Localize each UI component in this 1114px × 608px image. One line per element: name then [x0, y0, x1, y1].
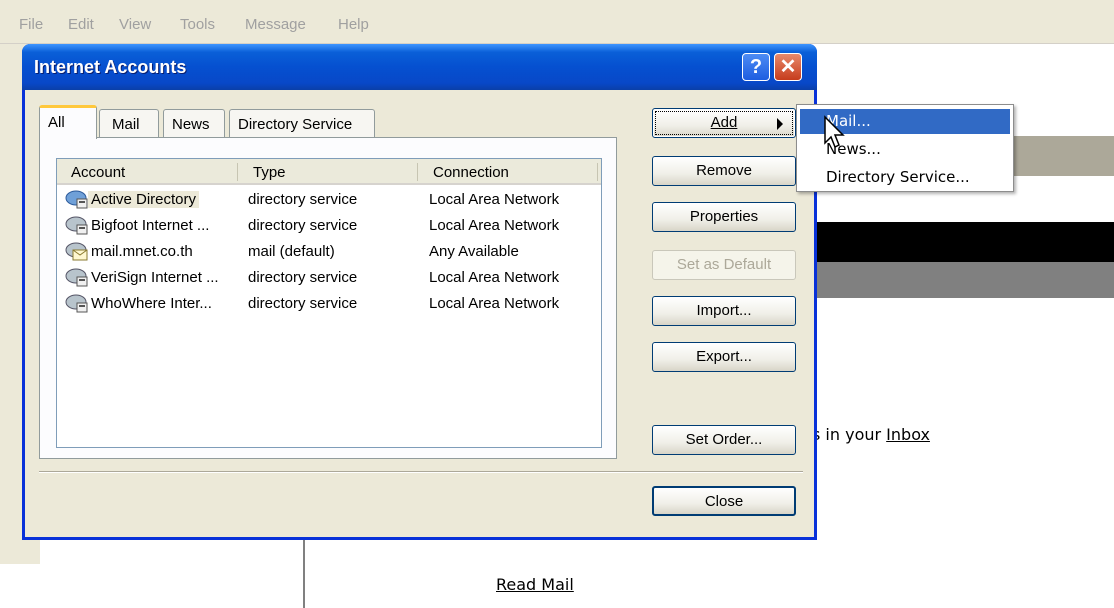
properties-button[interactable]: Properties — [652, 202, 796, 232]
account-type: directory service — [248, 295, 358, 312]
dialog-title: Internet Accounts — [34, 57, 187, 77]
list-item[interactable]: VeriSign Internet ... directory service … — [57, 265, 601, 291]
directory-service-icon — [65, 216, 88, 235]
remove-button[interactable]: Remove — [652, 156, 796, 186]
add-button[interactable]: Add — [652, 108, 796, 138]
app-banner-grey — [780, 262, 1114, 298]
list-item[interactable]: mail.mnet.co.th mail (default) Any Avail… — [57, 239, 601, 265]
menu-tools[interactable]: Tools — [180, 16, 215, 33]
submenu-arrow-icon — [777, 118, 783, 130]
account-connection: Local Area Network — [429, 191, 560, 208]
list-header: Account Type Connection — [57, 159, 601, 185]
tab-all[interactable]: All — [39, 105, 97, 139]
inbox-link[interactable]: Inbox — [886, 425, 930, 444]
menu-file[interactable]: File — [19, 16, 43, 33]
mouse-cursor-icon — [824, 115, 845, 149]
app-banner-black — [780, 222, 1114, 262]
column-separator[interactable] — [237, 163, 238, 181]
directory-service-icon — [65, 190, 88, 209]
app-pane-divider — [303, 540, 305, 608]
menu-edit[interactable]: Edit — [68, 16, 94, 33]
tab-news[interactable]: News — [163, 109, 225, 137]
internet-accounts-dialog: Internet Accounts ? ✕ All Mail News Dire… — [22, 44, 817, 540]
export-button[interactable]: Export... — [652, 342, 796, 372]
account-name: WhoWhere Inter... — [91, 295, 212, 312]
column-header-account[interactable]: Account — [71, 164, 125, 181]
list-item[interactable]: WhoWhere Inter... directory service Loca… — [57, 291, 601, 317]
close-icon[interactable]: ✕ — [774, 53, 802, 81]
directory-service-icon — [65, 294, 88, 313]
tab-directory-service[interactable]: Directory Service — [229, 109, 375, 137]
account-connection: Local Area Network — [429, 217, 560, 234]
tab-mail[interactable]: Mail — [99, 109, 159, 137]
tab-panel-all: Account Type Connection Active Directory… — [39, 137, 617, 459]
account-name: Active Directory — [88, 191, 200, 208]
menu-help[interactable]: Help — [338, 16, 369, 33]
account-name: Bigfoot Internet ... — [91, 217, 210, 234]
account-name: mail.mnet.co.th — [91, 243, 193, 260]
menu-message[interactable]: Message — [245, 16, 306, 33]
list-item[interactable]: Bigfoot Internet ... directory service L… — [57, 213, 601, 239]
directory-service-icon — [65, 268, 88, 287]
account-type: directory service — [248, 217, 358, 234]
set-order-button[interactable]: Set Order... — [652, 425, 796, 455]
column-header-connection[interactable]: Connection — [433, 164, 509, 181]
column-header-type[interactable]: Type — [253, 164, 286, 181]
dialog-separator — [39, 471, 803, 473]
import-button[interactable]: Import... — [652, 296, 796, 326]
close-button[interactable]: Close — [652, 486, 796, 516]
set-as-default-button[interactable]: Set as Default — [652, 250, 796, 280]
read-mail-link[interactable]: Read Mail — [496, 575, 574, 594]
menu-view[interactable]: View — [119, 16, 151, 33]
account-connection: Local Area Network — [429, 269, 560, 286]
account-type: mail (default) — [248, 243, 335, 260]
add-button-label: Add — [710, 114, 738, 131]
account-name: VeriSign Internet ... — [91, 269, 219, 286]
account-connection: Any Available — [429, 243, 519, 260]
list-item[interactable]: Active Directory directory service Local… — [57, 187, 601, 213]
accounts-list[interactable]: Account Type Connection Active Directory… — [56, 158, 602, 448]
mail-account-icon — [65, 242, 88, 261]
app-menubar: File Edit View Tools Message Help — [0, 0, 1114, 44]
column-separator[interactable] — [417, 163, 418, 181]
column-separator[interactable] — [597, 163, 598, 181]
inbox-message-text: s in your Inbox — [812, 425, 930, 444]
inbox-prefix: s in your — [812, 425, 882, 444]
account-type: directory service — [248, 269, 358, 286]
menu-item-add-directory-service[interactable]: Directory Service... — [800, 165, 1010, 190]
account-connection: Local Area Network — [429, 295, 560, 312]
account-type: directory service — [248, 191, 358, 208]
dialog-titlebar[interactable]: Internet Accounts ? ✕ — [22, 44, 817, 90]
help-icon[interactable]: ? — [742, 53, 770, 81]
